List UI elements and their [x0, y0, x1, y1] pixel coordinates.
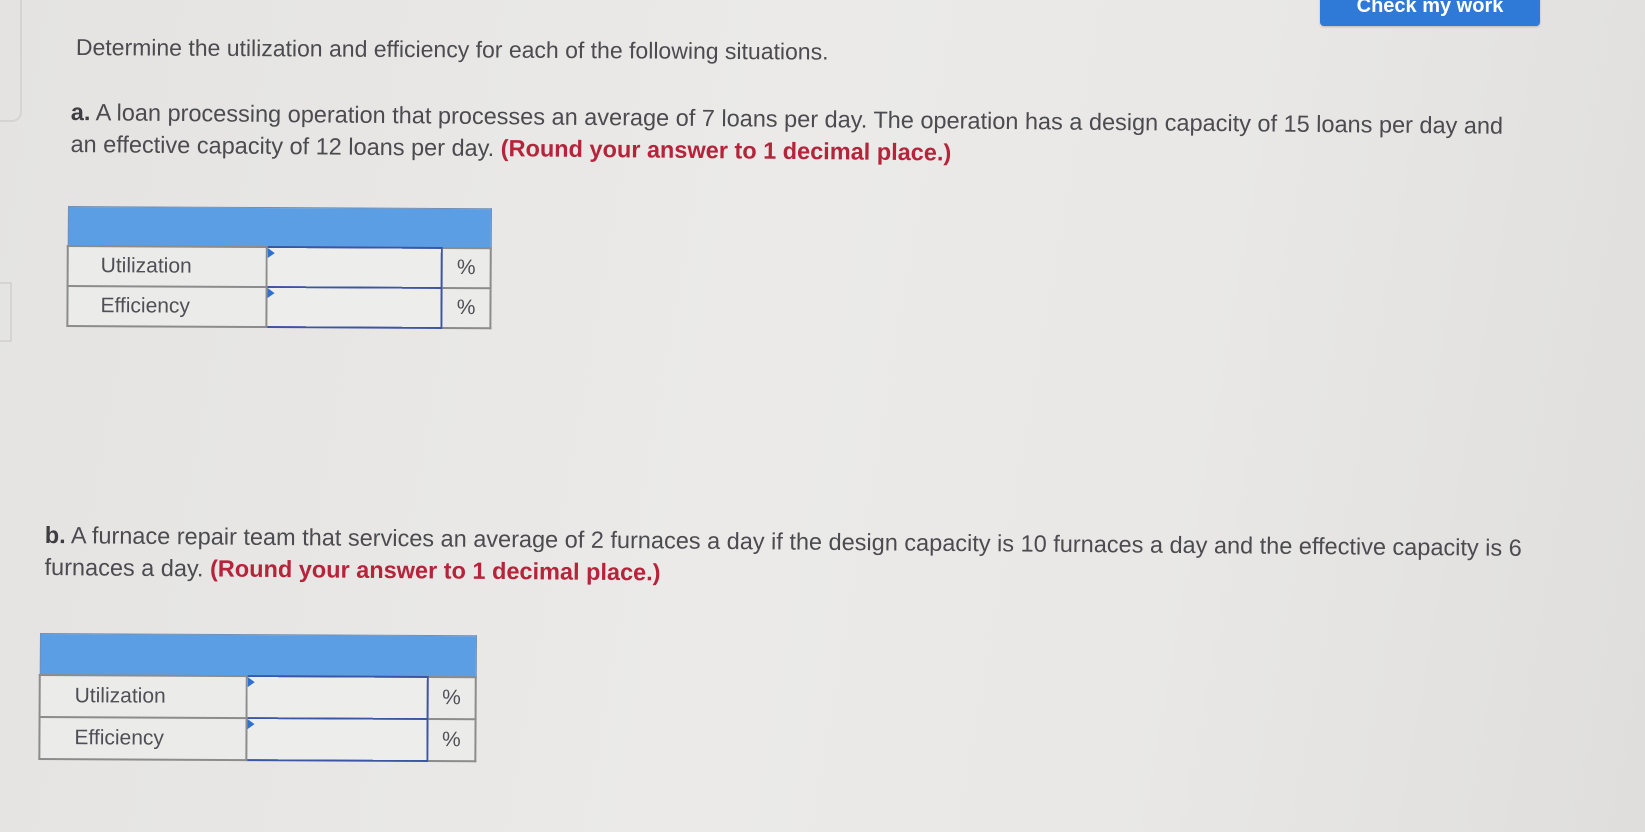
rounding-note: (Round your answer to 1 decimal place.) [500, 135, 952, 166]
table-row: Efficiency % [39, 717, 476, 762]
input-flag-icon [247, 677, 255, 688]
problem-b: b. A furnace repair team that services a… [44, 519, 1555, 596]
utilization-label: Utilization [39, 675, 247, 719]
efficiency-input-cell[interactable] [246, 718, 428, 762]
efficiency-input-a[interactable] [267, 288, 441, 327]
utilization-input-cell[interactable] [266, 247, 442, 288]
input-flag-icon [268, 248, 276, 259]
problem-letter: b. [44, 521, 66, 549]
utilization-input-a[interactable] [267, 248, 441, 287]
percent-unit: % [427, 719, 476, 762]
percent-unit: % [441, 287, 491, 329]
instruction-text: Determine the utilization and efficiency… [75, 34, 829, 65]
check-my-work-button[interactable]: Check my work [1320, 0, 1540, 26]
input-flag-icon [247, 719, 255, 730]
efficiency-label: Efficiency [67, 286, 267, 328]
table-row: Efficiency % [67, 286, 491, 329]
efficiency-input-b[interactable] [247, 719, 427, 761]
answer-table-b: Utilization % Efficiency % [38, 633, 477, 762]
utilization-label: Utilization [67, 246, 268, 288]
problem-letter: a. [70, 98, 91, 126]
table-header-row [67, 206, 491, 249]
utilization-input-b[interactable] [247, 677, 427, 719]
percent-unit: % [441, 247, 491, 289]
efficiency-label: Efficiency [39, 717, 247, 761]
side-panel-frame [0, 0, 22, 122]
table-header-row [39, 633, 476, 678]
answer-table-a: Utilization % Efficiency % [66, 206, 492, 329]
table-row: Utilization % [39, 675, 476, 720]
side-panel-frame-lower [0, 282, 12, 342]
problem-a: a. A loan processing operation that proc… [70, 96, 1531, 174]
input-flag-icon [267, 288, 275, 299]
table-row: Utilization % [67, 246, 491, 289]
table-header-cell [67, 206, 491, 249]
percent-unit: % [427, 677, 476, 720]
table-header-cell [39, 633, 476, 678]
rounding-note: (Round your answer to 1 decimal place.) [209, 555, 661, 586]
utilization-input-cell[interactable] [246, 676, 428, 720]
efficiency-input-cell[interactable] [266, 287, 442, 328]
